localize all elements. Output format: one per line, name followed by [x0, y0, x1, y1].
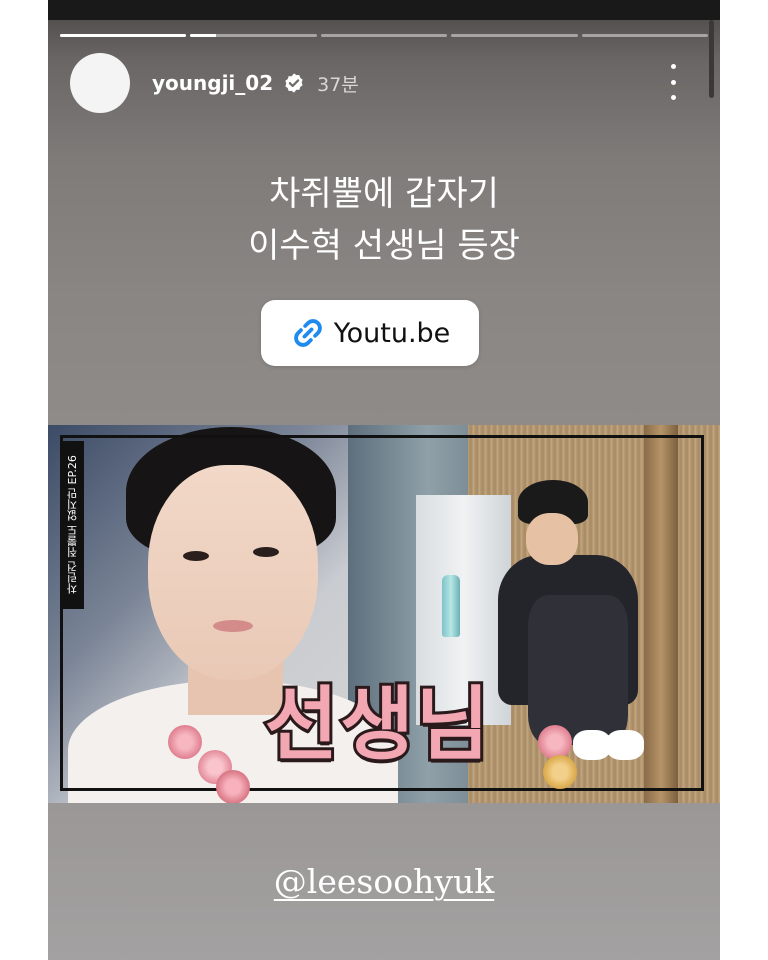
story-header: youngji_02 37분	[70, 52, 359, 114]
link-sticker-label: Youtu.be	[333, 317, 451, 349]
mention-text: @leesoohyuk	[273, 862, 495, 901]
more-vertical-icon[interactable]	[666, 64, 680, 100]
verified-badge-icon	[285, 73, 303, 93]
username[interactable]: youngji_02	[152, 71, 273, 95]
caption-line-2: 이수혁 선생님 등장	[248, 226, 520, 266]
progress-segment	[581, 34, 709, 37]
progress-segment	[60, 34, 187, 37]
story-progress-bar	[60, 34, 709, 37]
scrollbar-thumb[interactable]	[709, 20, 714, 98]
link-sticker[interactable]: Youtu.be	[261, 300, 479, 366]
progress-segment	[451, 34, 578, 37]
thumbnail-title: 선생님	[262, 675, 493, 774]
flower-decoration	[168, 725, 202, 759]
link-icon	[293, 319, 322, 347]
story-caption: 차쥐뿔에 갑자기 이수혁 선생님 등장	[48, 168, 720, 272]
avatar[interactable]	[70, 53, 130, 113]
caption-line-1: 차쥐뿔에 갑자기	[269, 174, 499, 214]
episode-label: 차린건 쥐뿔도 없지만 EP.26	[62, 441, 84, 609]
mention-sticker[interactable]: @leesoohyuk	[48, 862, 720, 901]
status-bar-area	[48, 0, 720, 20]
progress-segment	[320, 34, 448, 37]
story-viewer[interactable]: youngji_02 37분 차쥐뿔에 갑자기 이수혁 선생님 등장 Youtu…	[48, 0, 720, 960]
flower-decoration	[543, 755, 577, 789]
timestamp: 37분	[317, 73, 359, 96]
progress-segment	[190, 34, 317, 37]
video-thumbnail[interactable]: 차린건 쥐뿔도 없지만 EP.26 선생님	[48, 425, 720, 803]
